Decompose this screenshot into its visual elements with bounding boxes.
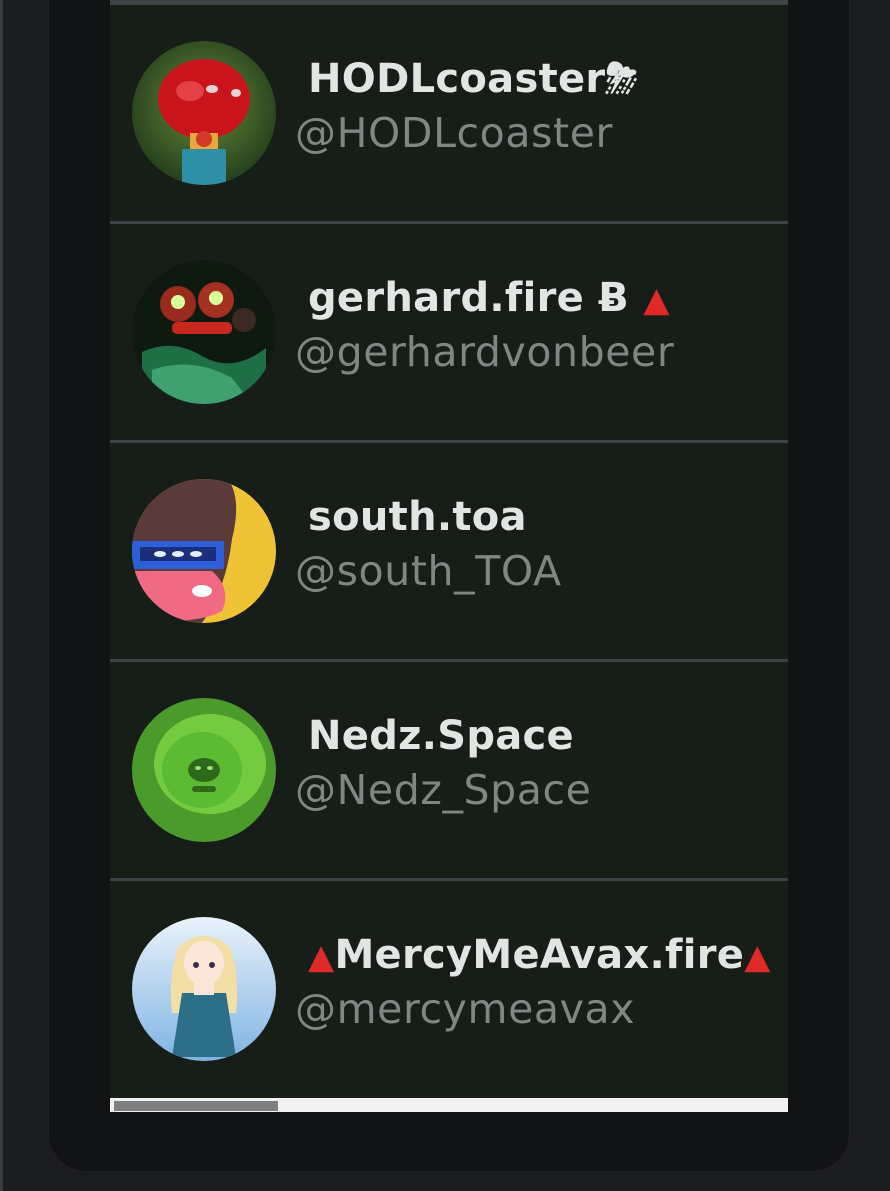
account-row[interactable]: HODLcoaster⛈ @HODLcoaster [110, 5, 788, 224]
account-list[interactable]: HODLcoaster⛈ @HODLcoaster gerhard.fire Ƀ… [110, 0, 788, 1098]
anime-girl-avatar-icon[interactable] [132, 917, 276, 1061]
storm-cloud-icon: ⛈ [605, 56, 638, 102]
display-name: HODLcoaster⛈ [308, 56, 638, 102]
display-name: ▲MercyMeAvax.fire▲ [308, 932, 771, 978]
user-handle: @mercymeavax [295, 985, 636, 1033]
display-name: Nedz.Space [308, 713, 574, 759]
red-eyed-creature-avatar-icon[interactable] [132, 260, 276, 404]
green-blob-avatar-icon[interactable] [132, 698, 276, 842]
pink-masked-creature-avatar-icon[interactable] [132, 479, 276, 623]
red-triangle-icon: ▲ [308, 937, 335, 977]
display-name: south.toa [308, 494, 527, 540]
user-handle: @gerhardvonbeer [295, 328, 675, 376]
user-handle: @south_TOA [295, 547, 562, 595]
red-triangle-icon: ▲ [643, 280, 670, 320]
account-row[interactable]: gerhard.fire Ƀ ▲ @gerhardvonbeer [110, 224, 788, 443]
red-creature-avatar-icon[interactable] [132, 41, 276, 185]
red-triangle-icon: ▲ [744, 937, 771, 977]
display-name: gerhard.fire Ƀ ▲ [308, 275, 670, 321]
user-handle: @Nedz_Space [295, 766, 592, 814]
user-handle: @HODLcoaster [295, 109, 613, 157]
horizontal-scrollbar[interactable] [110, 1098, 788, 1112]
page: HODLcoaster⛈ @HODLcoaster gerhard.fire Ƀ… [0, 0, 890, 1191]
account-row[interactable]: Nedz.Space @Nedz_Space [110, 662, 788, 881]
account-row[interactable]: south.toa @south_TOA [110, 443, 788, 662]
window-edge [0, 0, 3, 1191]
scrollbar-thumb[interactable] [114, 1101, 278, 1111]
account-row[interactable]: ▲MercyMeAvax.fire▲ @mercymeavax [110, 881, 788, 1098]
